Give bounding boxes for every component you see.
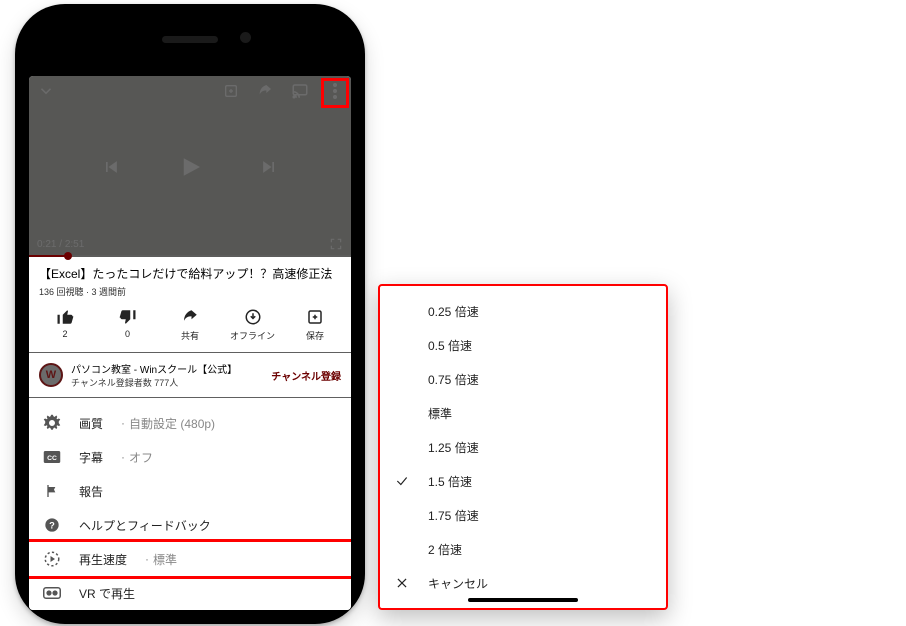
share-player-icon[interactable] — [257, 83, 273, 99]
screen: 0:21 / 2:51 【Excel】たったコレだけで給料アップ！？高速修正法 … — [29, 76, 351, 610]
save-button[interactable]: 保存 — [289, 308, 341, 342]
option-quality-label: 画質 — [79, 415, 103, 432]
check-icon — [394, 303, 410, 319]
speed-popup: 0.25 倍速 0.5 倍速 0.75 倍速標準 1.25 倍速 1.5 倍速 1.75 … — [378, 284, 668, 610]
download-label: オフライン — [230, 329, 275, 342]
check-icon — [394, 405, 410, 421]
dislike-count: 0 — [125, 329, 130, 339]
cast-icon[interactable] — [291, 82, 309, 100]
speed-option[interactable]: 0.25 倍速 — [380, 294, 666, 328]
option-captions[interactable]: CC 字幕 · オフ — [29, 440, 351, 474]
speed-option[interactable]: 1.75 倍速 — [380, 498, 666, 532]
speed-option[interactable]: 標準 — [380, 396, 666, 430]
share-label: 共有 — [181, 329, 199, 342]
like-button[interactable]: 2 — [39, 308, 91, 342]
speed-option-label: 0.25 倍速 — [428, 303, 479, 320]
flag-icon — [43, 482, 61, 500]
speed-option-label: 標準 — [428, 405, 452, 422]
channel-info: パソコン教室 - Winスクール【公式】 チャンネル登録者数 777人 — [71, 361, 263, 389]
close-icon — [394, 575, 410, 591]
prev-icon[interactable] — [101, 157, 121, 177]
speed-option[interactable]: 1.5 倍速 — [380, 464, 666, 498]
channel-avatar: W — [39, 363, 63, 387]
home-indicator — [468, 598, 578, 602]
help-icon: ? — [43, 516, 61, 534]
option-captions-label: 字幕 — [79, 449, 103, 466]
speed-option-label: 0.5 倍速 — [428, 337, 472, 354]
speed-option-label: 2 倍速 — [428, 541, 462, 558]
dimmed-layer: 0:21 / 2:51 【Excel】たったコレだけで給料アップ！？高速修正法 … — [29, 76, 351, 458]
subscribe-button[interactable]: チャンネル登録 — [271, 368, 341, 383]
speed-option-label: 1.25 倍速 — [428, 439, 479, 456]
channel-row[interactable]: W パソコン教室 - Winスクール【公式】 チャンネル登録者数 777人 チャ… — [29, 352, 351, 398]
phone-frame: 0:21 / 2:51 【Excel】たったコレだけで給料アップ！？高速修正法 … — [15, 4, 365, 624]
video-title: 【Excel】たったコレだけで給料アップ！？高速修正法 — [39, 265, 341, 282]
option-quality-value: 自動設定 (480p) — [129, 415, 215, 432]
video-stats: 136 回視聴 · 3 週間前 — [39, 285, 341, 298]
speed-options-list: 0.25 倍速 0.5 倍速 0.75 倍速標準 1.25 倍速 1.5 倍速 1.75 … — [380, 294, 666, 566]
vr-icon — [43, 584, 61, 602]
speed-icon — [43, 550, 61, 568]
option-help-label: ヘルプとフィードバック — [79, 517, 211, 534]
speed-option-label: 1.5 倍速 — [428, 473, 472, 490]
video-meta: 【Excel】たったコレだけで給料アップ！？高速修正法 136 回視聴 · 3 … — [29, 257, 351, 308]
svg-text:CC: CC — [47, 455, 57, 462]
speed-option[interactable]: 0.75 倍速 — [380, 362, 666, 396]
action-bar: 2 0 共有 オフライン 保存 — [29, 308, 351, 352]
time-total: 2:51 — [65, 239, 84, 250]
check-icon — [394, 337, 410, 353]
option-quality[interactable]: 画質 · 自動設定 (480p) — [29, 406, 351, 440]
option-speed-value: 標準 — [153, 551, 177, 568]
phone-speaker — [162, 36, 218, 43]
check-icon — [394, 439, 410, 455]
time-display: 0:21 / 2:51 — [37, 239, 84, 250]
speed-option-label: 0.75 倍速 — [428, 371, 479, 388]
option-vr[interactable]: VR で再生 — [29, 576, 351, 610]
check-icon — [394, 371, 410, 387]
collapse-icon[interactable] — [37, 82, 55, 100]
options-sheet: 画質 · 自動設定 (480p) CC 字幕 · オフ 報告 — [29, 406, 351, 610]
video-player[interactable]: 0:21 / 2:51 — [29, 76, 351, 257]
more-vert-icon[interactable] — [327, 79, 343, 103]
option-speed[interactable]: 再生速度 · 標準 — [29, 542, 351, 576]
share-button[interactable]: 共有 — [164, 308, 216, 342]
svg-text:?: ? — [49, 520, 55, 530]
option-report[interactable]: 報告 — [29, 474, 351, 508]
option-speed-label: 再生速度 — [79, 551, 127, 568]
speed-option[interactable]: 1.25 倍速 — [380, 430, 666, 464]
option-help[interactable]: ? ヘルプとフィードバック — [29, 508, 351, 542]
download-button[interactable]: オフライン — [227, 308, 279, 342]
cc-icon: CC — [43, 448, 61, 466]
play-icon[interactable] — [175, 152, 205, 182]
speed-option-label: 1.75 倍速 — [428, 507, 479, 524]
speed-cancel-label: キャンセル — [428, 575, 488, 592]
speed-cancel[interactable]: キャンセル — [380, 566, 666, 600]
speed-option[interactable]: 2 倍速 — [380, 532, 666, 566]
next-icon[interactable] — [259, 157, 279, 177]
fullscreen-icon[interactable] — [329, 237, 343, 251]
dislike-button[interactable]: 0 — [102, 308, 154, 342]
option-captions-value: オフ — [129, 449, 153, 466]
option-vr-label: VR で再生 — [79, 585, 135, 602]
time-current: 0:21 — [37, 239, 56, 250]
progress-bar[interactable] — [29, 255, 351, 257]
check-icon — [394, 507, 410, 523]
speed-option[interactable]: 0.5 倍速 — [380, 328, 666, 362]
check-icon — [394, 541, 410, 557]
channel-subscribers: チャンネル登録者数 777人 — [71, 376, 263, 389]
channel-name: パソコン教室 - Winスクール【公式】 — [71, 361, 263, 376]
phone-camera — [240, 32, 251, 43]
save-label: 保存 — [306, 329, 324, 342]
gear-icon — [43, 414, 61, 432]
check-icon — [394, 473, 410, 489]
add-to-playlist-icon[interactable] — [223, 83, 239, 99]
option-report-label: 報告 — [79, 483, 103, 500]
like-count: 2 — [62, 329, 67, 339]
